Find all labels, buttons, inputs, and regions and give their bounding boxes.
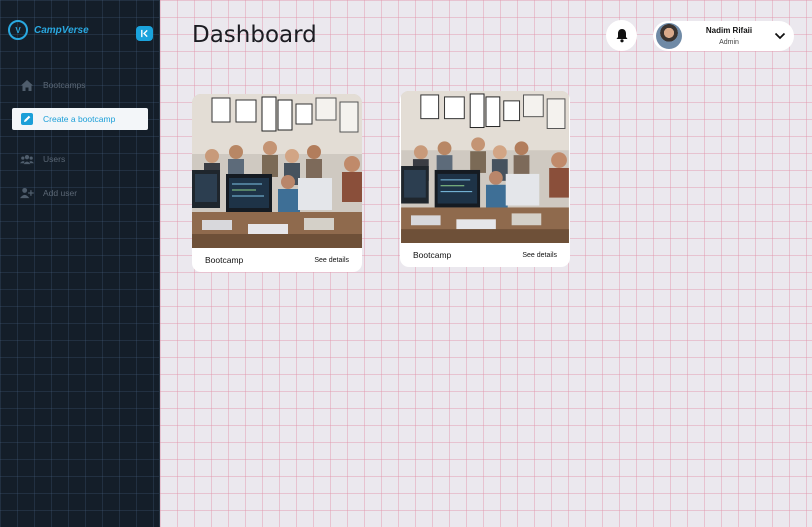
user-info: Nadim Rifaii Admin (694, 26, 764, 46)
sidebar: V CampVerse Bootcamps Create a bootcamp … (0, 0, 160, 527)
collapse-sidebar-button[interactable] (136, 26, 153, 41)
page-title: Dashboard (192, 22, 317, 48)
home-icon (20, 78, 34, 92)
logo-icon: V (8, 20, 28, 40)
main-content: Dashboard Nadim Rifaii Admin Bootcamp Se… (160, 0, 812, 527)
users-icon (20, 152, 34, 166)
sidebar-item-users[interactable]: Users (12, 148, 148, 170)
sidebar-item-label: Users (43, 154, 66, 164)
bootcamp-image (192, 94, 362, 248)
card-footer: Bootcamp See details (400, 243, 570, 267)
see-details-link[interactable]: See details (522, 252, 557, 259)
collapse-icon (141, 29, 148, 38)
sidebar-item-create-bootcamp[interactable]: Create a bootcamp (12, 108, 148, 130)
user-name: Nadim Rifaii (705, 26, 753, 35)
bootcamp-card[interactable]: Bootcamp See details (192, 94, 362, 272)
card-title: Bootcamp (205, 255, 244, 265)
brand-name: CampVerse (34, 24, 89, 36)
sidebar-item-bootcamps[interactable]: Bootcamps (12, 74, 148, 96)
user-menu[interactable]: Nadim Rifaii Admin (653, 21, 794, 51)
bootcamp-card[interactable]: Bootcamp See details (400, 91, 570, 267)
pencil-icon (20, 112, 34, 126)
card-title: Bootcamp (413, 250, 452, 260)
chevron-down-icon[interactable] (774, 32, 786, 40)
bell-icon (616, 29, 627, 43)
bootcamp-image (401, 91, 569, 243)
logo[interactable]: V CampVerse (8, 20, 89, 40)
sidebar-item-label: Create a bootcamp (43, 114, 116, 124)
avatar (656, 23, 682, 49)
sidebar-item-label: Bootcamps (43, 80, 86, 90)
add-user-icon (20, 186, 34, 200)
sidebar-item-label: Add user (43, 188, 78, 198)
notifications-button[interactable] (606, 20, 637, 51)
see-details-link[interactable]: See details (314, 257, 349, 264)
card-footer: Bootcamp See details (192, 248, 362, 272)
user-role: Admin (719, 39, 739, 46)
sidebar-item-add-user[interactable]: Add user (12, 182, 148, 204)
